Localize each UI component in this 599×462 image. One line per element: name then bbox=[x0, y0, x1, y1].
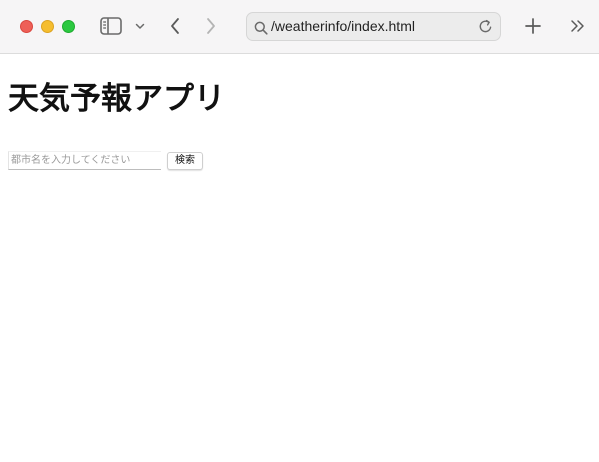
reload-icon[interactable] bbox=[478, 19, 493, 34]
page-title: 天気予報アプリ bbox=[8, 81, 225, 117]
city-search-input[interactable] bbox=[8, 151, 161, 170]
chevron-down-icon[interactable] bbox=[134, 20, 146, 32]
page-content: 天気予報アプリ 検索 bbox=[0, 54, 599, 462]
browser-toolbar: /weatherinfo/index.html bbox=[0, 0, 599, 54]
double-chevron-right-icon[interactable] bbox=[568, 17, 588, 35]
sidebar-icon[interactable] bbox=[100, 16, 122, 36]
close-window-button[interactable] bbox=[20, 20, 33, 33]
chevron-left-icon[interactable] bbox=[166, 16, 184, 36]
maximize-window-button[interactable] bbox=[62, 20, 75, 33]
chevron-right-icon[interactable] bbox=[202, 16, 220, 36]
address-bar[interactable]: /weatherinfo/index.html bbox=[246, 12, 501, 41]
search-button[interactable]: 検索 bbox=[167, 152, 203, 170]
browser-window: /weatherinfo/index.html 天気予報アプリ 検索 bbox=[0, 0, 599, 462]
minimize-window-button[interactable] bbox=[41, 20, 54, 33]
address-bar-url[interactable]: /weatherinfo/index.html bbox=[271, 18, 415, 34]
plus-icon[interactable] bbox=[523, 16, 543, 36]
search-icon bbox=[254, 20, 268, 35]
